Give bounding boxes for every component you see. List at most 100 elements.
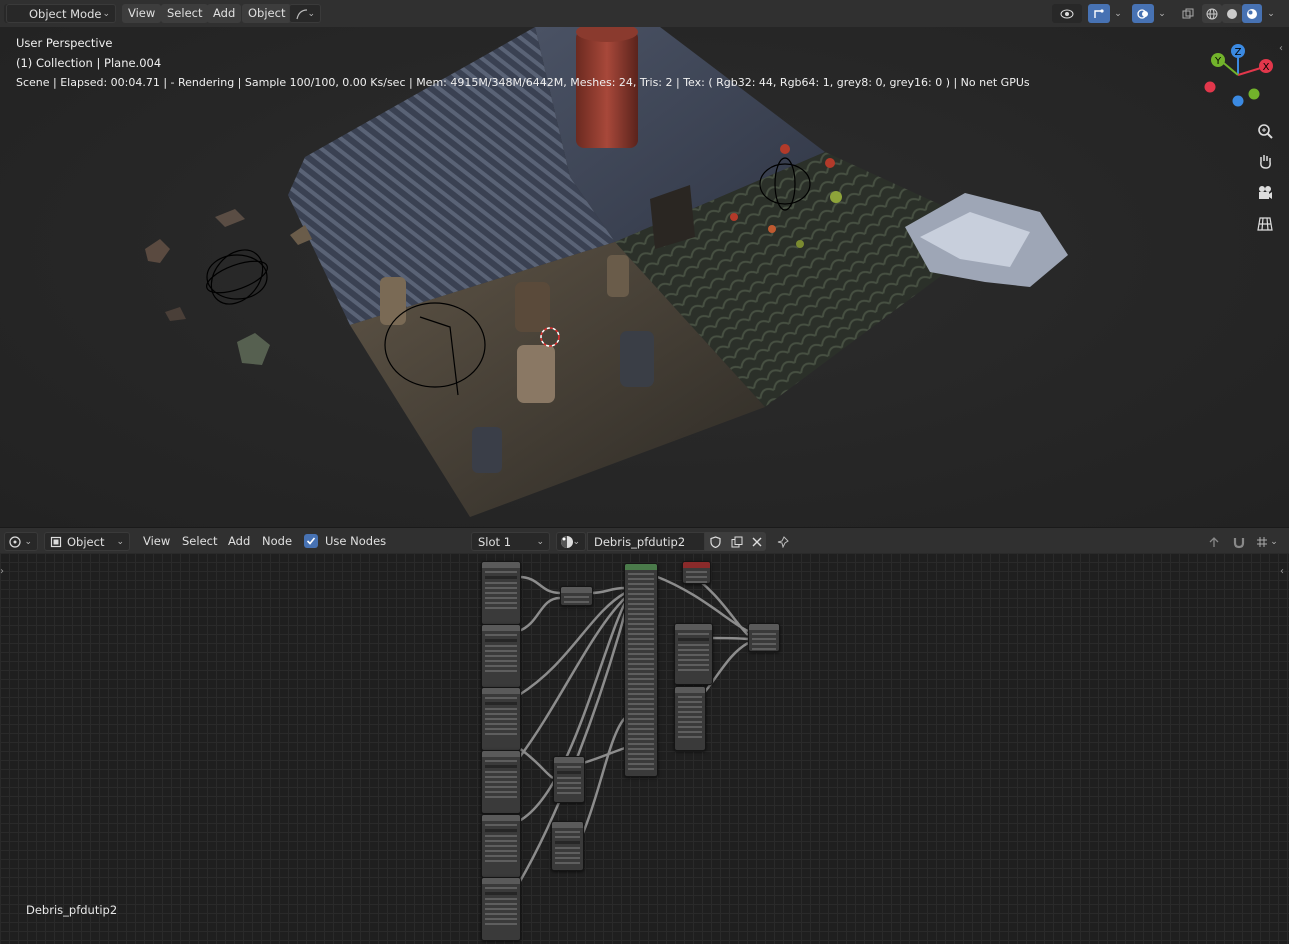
eye-icon (1060, 9, 1074, 18)
xray-toggle[interactable] (1177, 4, 1199, 23)
menu-view[interactable]: View (122, 4, 162, 23)
view-perspective-label: User Perspective (16, 36, 113, 50)
node-editor-icon (9, 536, 21, 548)
chevron-down-icon: ⌄ (536, 537, 544, 547)
sidebar-expand-icon[interactable]: ‹ (1280, 566, 1284, 577)
shader-type-label: Object (67, 535, 105, 549)
slot-dropdown[interactable]: Slot 1 ⌄ (471, 532, 550, 551)
pan-hand-icon[interactable] (1254, 150, 1276, 172)
magnet-icon (1233, 537, 1245, 548)
wireframe-shading-button[interactable] (1202, 4, 1222, 23)
snap-toggle[interactable] (1228, 532, 1250, 551)
gizmo-icon (1094, 8, 1104, 18)
chevron-down-icon: ⌄ (116, 537, 124, 547)
render-stats-label: Scene | Elapsed: 00:04.71 | - Rendering … (16, 76, 1030, 89)
x-axis-label: X (1263, 62, 1270, 73)
wireframe-sphere-icon (1206, 8, 1218, 19)
node-editor-canvas[interactable]: › ‹ (0, 553, 1289, 944)
displacement-node[interactable] (674, 686, 706, 751)
shader-type-dropdown[interactable]: Object ⌄ (44, 532, 130, 551)
neg-y-handle[interactable] (1248, 88, 1260, 100)
falloff-curve-icon (296, 9, 308, 20)
image-texture-node-4[interactable] (481, 750, 521, 814)
pin-button[interactable] (772, 532, 794, 551)
principled-bsdf-node[interactable] (624, 563, 658, 777)
image-texture-node-3[interactable] (481, 687, 521, 751)
toolbar-expand-icon[interactable]: › (0, 566, 4, 577)
node-menu-node[interactable]: Node (256, 532, 298, 551)
use-nodes-checkbox[interactable] (304, 534, 318, 548)
image-texture-node-5[interactable] (481, 814, 521, 878)
chevron-down-icon: ⌄ (1158, 8, 1166, 19)
rendered-scene (145, 27, 1068, 517)
menu-object[interactable]: Object (242, 4, 292, 23)
image-texture-node-7[interactable] (674, 623, 713, 685)
mix-shader-node[interactable] (748, 623, 780, 652)
parent-node-tree-button[interactable] (1203, 532, 1225, 551)
sidebar-toggle-icon[interactable]: ‹ (1279, 43, 1283, 54)
node-menu-add[interactable]: Add (222, 532, 256, 551)
shading-dropdown[interactable]: ⌄ (1262, 4, 1280, 23)
chevron-down-icon: ⌄ (1270, 536, 1278, 547)
chevron-down-icon: ⌄ (1267, 8, 1275, 19)
chevron-down-icon: ⌄ (572, 537, 580, 547)
node-menu-select[interactable]: Select (176, 532, 223, 551)
material-name-field[interactable]: Debris_pfdutip2 (587, 532, 705, 551)
xray-icon (1182, 8, 1194, 18)
rendered-sphere-icon (1247, 8, 1257, 19)
bump-node[interactable] (551, 821, 584, 871)
fake-user-button[interactable] (705, 532, 726, 551)
overlay-icon (1137, 8, 1148, 19)
rendered-shading-button[interactable] (1242, 4, 1262, 23)
menu-select[interactable]: Select (161, 4, 209, 23)
shield-icon (710, 535, 721, 548)
duplicate-material-button[interactable] (726, 532, 747, 551)
editor-type-dropdown[interactable]: ⌄ (4, 532, 38, 551)
y-axis-label: Y (1214, 56, 1222, 67)
gizmo-toggle[interactable] (1088, 4, 1110, 23)
grid-view-icon[interactable] (1254, 213, 1276, 235)
mode-dropdown[interactable]: Object Mode ⌄ (6, 4, 116, 23)
z-axis-label: Z (1235, 47, 1242, 58)
overlay-dropdown[interactable]: ⌄ (1154, 4, 1170, 23)
chevron-down-icon: ⌄ (24, 537, 32, 547)
node-menu-view[interactable]: View (137, 532, 176, 551)
slot-label: Slot 1 (478, 535, 512, 549)
grid-snap-icon (1257, 536, 1268, 547)
chevron-down-icon: ⌄ (307, 9, 315, 19)
solid-sphere-icon (1227, 8, 1237, 19)
camera-icon[interactable] (1254, 182, 1276, 204)
image-texture-node-6[interactable] (481, 877, 521, 941)
pin-icon (777, 535, 789, 548)
use-nodes-label[interactable]: Use Nodes (319, 532, 392, 551)
chevron-down-icon: ⌄ (102, 9, 110, 19)
normal-map-node[interactable] (553, 756, 585, 803)
cube-icon (50, 536, 62, 548)
viewport-3d[interactable]: User Perspective (1) Collection | Plane.… (0, 27, 1289, 527)
node-editor-header: ⌄ Object ⌄ View Select Add Node Use Node… (0, 527, 1289, 555)
mode-label: Object Mode (29, 7, 102, 21)
proportional-editing-dropdown[interactable]: ⌄ (289, 4, 321, 23)
unlink-material-button[interactable] (747, 532, 766, 551)
material-browse-dropdown[interactable]: ⌄ (556, 532, 586, 551)
neg-z-handle[interactable] (1232, 95, 1244, 107)
zoom-icon[interactable] (1254, 120, 1276, 142)
image-texture-node-2[interactable] (481, 624, 521, 688)
material-output-node[interactable] (682, 561, 711, 584)
navigation-gizmo[interactable]: Z X Y (1200, 40, 1280, 110)
image-texture-node-1[interactable] (481, 561, 521, 625)
copy-icon (731, 536, 742, 547)
neg-x-handle[interactable] (1204, 81, 1216, 93)
viewport-header: Object Mode ⌄ View Select Add Object ⌄ ⌄… (0, 0, 1289, 27)
material-name-label: Debris_pfdutip2 (26, 903, 118, 917)
solid-shading-button[interactable] (1222, 4, 1242, 23)
checkmark-icon (306, 537, 316, 545)
overlay-toggle[interactable] (1132, 4, 1154, 23)
gizmo-dropdown[interactable]: ⌄ (1110, 4, 1126, 23)
snap-element-dropdown[interactable]: ⌄ (1252, 532, 1282, 551)
active-object-label: (1) Collection | Plane.004 (16, 56, 162, 70)
visibility-dropdown[interactable] (1052, 4, 1082, 23)
menu-add[interactable]: Add (207, 4, 242, 23)
mix-node[interactable] (560, 586, 593, 606)
arrow-up-icon (1209, 536, 1219, 547)
